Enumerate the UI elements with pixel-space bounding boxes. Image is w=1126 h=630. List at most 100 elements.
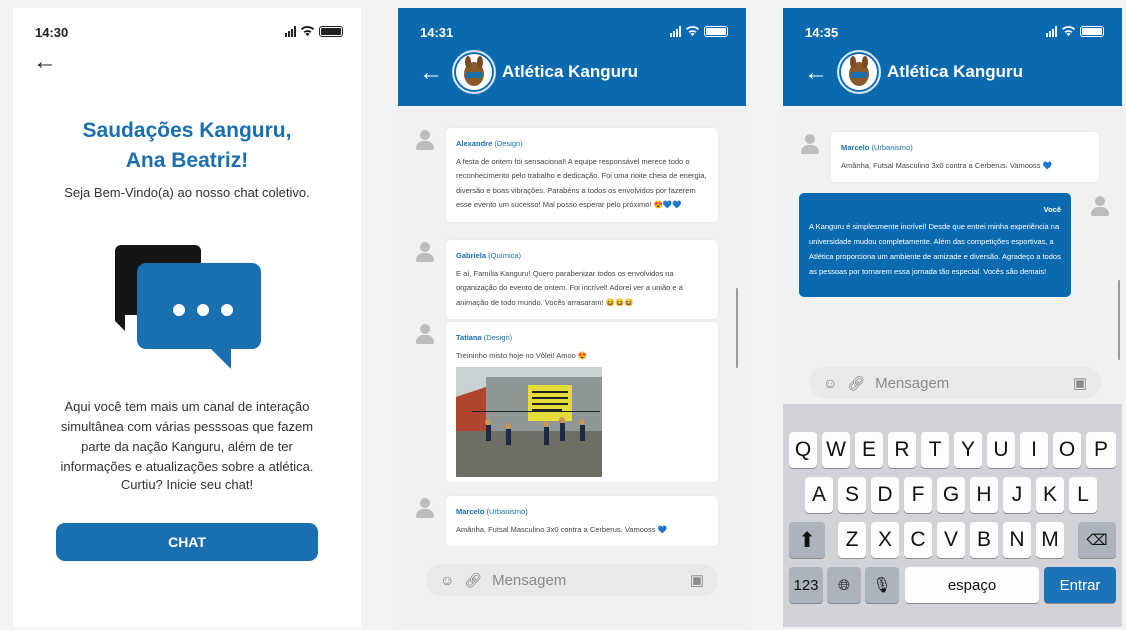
message-text: A festa de ontem foi sensacional! A equi… — [456, 156, 707, 210]
key-p[interactable]: P — [1086, 432, 1116, 468]
backspace-icon[interactable]: ⌫ — [1078, 522, 1116, 558]
status-time: 14:35 — [805, 25, 839, 40]
message-composer[interactable]: ☺ 🔗︎ Mensagem ▣ — [809, 367, 1101, 399]
avatar-icon — [799, 132, 821, 154]
message-text: A Kanguru é simplesmente incrível! Desde… — [809, 222, 1061, 276]
status-time: 14:30 — [35, 25, 69, 40]
key-u[interactable]: U — [987, 432, 1015, 468]
group-chat-screen: 14:31 ← Atlética Kanguru Alexandre (Desi… — [398, 8, 746, 627]
key-i[interactable]: I — [1020, 432, 1048, 468]
sender-label: Você — [1043, 205, 1061, 214]
key-k[interactable]: K — [1036, 477, 1064, 513]
key-a[interactable]: A — [805, 477, 833, 513]
key-w[interactable]: W — [822, 432, 850, 468]
avatar-icon — [414, 322, 436, 344]
signal-icon — [285, 25, 296, 37]
scrollbar[interactable] — [1118, 280, 1120, 360]
signal-icon — [670, 25, 681, 37]
shift-icon[interactable]: ⬆ — [789, 522, 825, 558]
attach-icon[interactable]: 🔗︎ — [847, 375, 865, 392]
key-v[interactable]: V — [937, 522, 965, 558]
chat-bubbles-icon — [115, 245, 261, 369]
cta-text: Curtiu? Inicie seu chat! — [120, 477, 254, 492]
message-text: Amânha, Futsal Masculino 3x0 contra a Ce… — [841, 160, 1052, 170]
wifi-icon — [685, 26, 700, 37]
message-composer[interactable]: ☺ 🔗︎ Mensagem ▣ — [426, 564, 718, 596]
message-bubble: Gabriela (Química) E aí, Família Kanguru… — [446, 240, 718, 319]
avatar-icon — [414, 128, 436, 150]
battery-icon — [704, 25, 728, 37]
message-bubble: Alexandre (Design) A festa de ontem foi … — [446, 128, 718, 222]
welcome-text: Seja Bem-Vindo(a) ao nosso chat coletivo… — [64, 185, 310, 200]
key-o[interactable]: O — [1053, 432, 1081, 468]
greeting-title: Saudações Kanguru, Ana Beatriz! — [82, 119, 292, 172]
key-t[interactable]: T — [921, 432, 949, 468]
mic-icon[interactable]: 🎙︎ — [865, 567, 899, 603]
key-m[interactable]: M — [1036, 522, 1064, 558]
camera-icon[interactable]: ▣ — [690, 571, 704, 589]
space-key[interactable]: espaço — [905, 567, 1039, 603]
my-message-bubble: Você A Kanguru é simplesmente incrível! … — [799, 193, 1071, 297]
battery-icon — [1080, 25, 1104, 37]
key-n[interactable]: N — [1003, 522, 1031, 558]
volleyball-photo[interactable] — [456, 367, 602, 477]
key-c[interactable]: C — [904, 522, 932, 558]
message-row: Tatiana (Design) Treininho misto hoje no… — [414, 322, 718, 482]
info-text: Aqui você tem mais um canal de interação… — [60, 399, 314, 474]
message-bubble: Marcelo (Urbanismo) Amânha, Futsal Mascu… — [446, 496, 718, 546]
key-z[interactable]: Z — [838, 522, 866, 558]
chat-header: 14:31 ← Atlética Kanguru — [398, 8, 746, 106]
avatar-icon — [414, 496, 436, 518]
group-logo — [452, 50, 496, 94]
enter-key[interactable]: Entrar — [1044, 567, 1116, 603]
key-g[interactable]: G — [937, 477, 965, 513]
emoji-icon[interactable]: ☺ — [823, 375, 837, 391]
chat-title: Atlética Kanguru — [887, 62, 1024, 81]
key-d[interactable]: D — [871, 477, 899, 513]
group-logo — [837, 50, 881, 94]
message-text: Amânha, Futsal Masculino 3x0 contra a Ce… — [456, 524, 667, 534]
key-j[interactable]: J — [1003, 477, 1031, 513]
chat-header: 14:35 ← Atlética Kanguru — [783, 8, 1122, 106]
key-s[interactable]: S — [838, 477, 866, 513]
keyboard: Q W E R T Y U I O P A S D F G H J K L ⬆ … — [783, 404, 1122, 627]
message-bubble: Marcelo (Urbanismo) Amânha, Futsal Mascu… — [831, 132, 1099, 182]
avatar-icon — [1089, 194, 1111, 216]
signal-icon — [1046, 25, 1057, 37]
message-bubble: Tatiana (Design) Treininho misto hoje no… — [446, 322, 718, 482]
message-row: Marcelo (Urbanismo) Amânha, Futsal Mascu… — [799, 132, 1099, 182]
globe-icon[interactable]: 🌐︎ — [827, 567, 861, 603]
wifi-icon — [300, 26, 315, 37]
emoji-icon[interactable]: ☺ — [440, 572, 454, 588]
wifi-icon — [1061, 26, 1076, 37]
back-arrow-icon[interactable]: ← — [804, 61, 828, 85]
message-text: E aí, Família Kanguru! Quero parabenizar… — [456, 268, 683, 307]
message-row: Marcelo (Urbanismo) Amânha, Futsal Mascu… — [414, 496, 718, 546]
key-y[interactable]: Y — [954, 432, 982, 468]
message-input[interactable]: Mensagem — [492, 572, 566, 589]
status-time: 14:31 — [420, 25, 454, 40]
battery-icon — [319, 25, 343, 37]
message-input[interactable]: Mensagem — [875, 375, 949, 392]
message-text: Treininho misto hoje no Vôlei! Amoo 😍 — [456, 350, 588, 360]
key-x[interactable]: X — [871, 522, 899, 558]
attach-icon[interactable]: 🔗︎ — [464, 572, 482, 589]
key-f[interactable]: F — [904, 477, 932, 513]
key-q[interactable]: Q — [789, 432, 817, 468]
back-arrow-icon[interactable]: ← — [33, 50, 57, 74]
key-l[interactable]: L — [1069, 477, 1097, 513]
chat-title: Atlética Kanguru — [502, 62, 639, 81]
key-e[interactable]: E — [855, 432, 883, 468]
numbers-key[interactable]: 123 — [789, 567, 823, 603]
chat-button[interactable]: CHAT — [56, 523, 318, 561]
camera-icon[interactable]: ▣ — [1073, 374, 1087, 392]
status-bar: 14:30 — [13, 8, 361, 46]
key-b[interactable]: B — [970, 522, 998, 558]
message-row: Gabriela (Química) E aí, Família Kanguru… — [414, 240, 718, 319]
back-arrow-icon[interactable]: ← — [419, 61, 443, 85]
key-r[interactable]: R — [888, 432, 916, 468]
key-h[interactable]: H — [970, 477, 998, 513]
avatar-icon — [414, 240, 436, 262]
group-chat-keyboard-screen: 14:35 ← Atlética Kanguru Marcelo (Urbani… — [783, 8, 1122, 627]
scrollbar[interactable] — [736, 288, 738, 368]
